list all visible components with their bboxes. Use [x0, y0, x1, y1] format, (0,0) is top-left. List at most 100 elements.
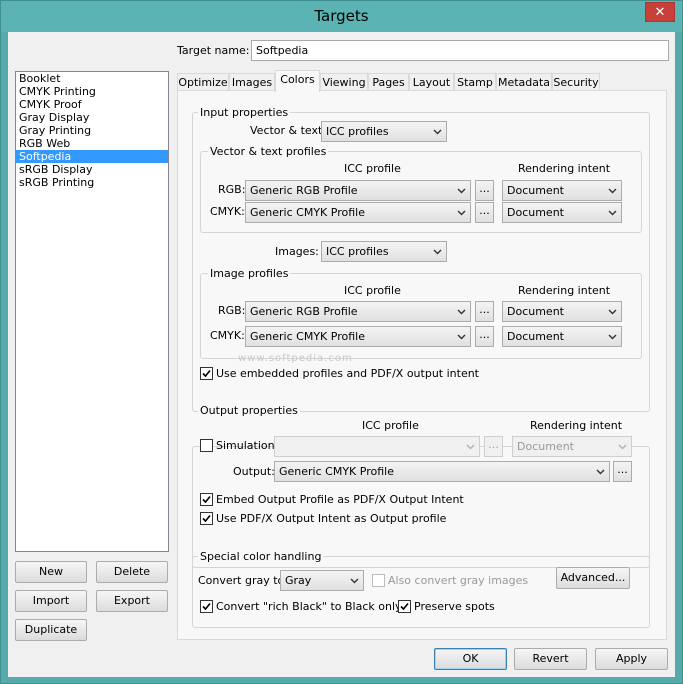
chevron-down-icon — [618, 444, 627, 450]
close-button[interactable]: ✕ — [645, 2, 675, 22]
list-item[interactable]: CMYK Printing — [16, 85, 168, 98]
dialog-client: Target name: Softpedia Booklet CMYK Print… — [8, 32, 675, 677]
chevron-down-icon — [608, 334, 617, 340]
embed-output-checkbox[interactable] — [200, 493, 213, 506]
list-item[interactable]: sRGB Display — [16, 163, 168, 176]
list-item[interactable]: Softpedia — [16, 150, 168, 163]
vector-rgb-label: RGB: — [218, 183, 246, 196]
simulation-label: Simulation: — [216, 439, 279, 452]
image-rgb-intent-select[interactable]: Document — [502, 301, 622, 322]
preserve-spots-label: Preserve spots — [414, 600, 495, 613]
chevron-down-icon — [350, 578, 359, 584]
image-profiles-title: Image profiles — [208, 267, 291, 280]
vector-cmyk-intent-select[interactable]: Document — [502, 202, 622, 223]
delete-button[interactable]: Delete — [96, 561, 168, 583]
simulation-profile-select[interactable] — [274, 436, 480, 457]
rich-black-checkbox[interactable] — [200, 600, 213, 613]
list-item[interactable]: sRGB Printing — [16, 176, 168, 189]
tab-colors[interactable]: Colors — [275, 70, 320, 92]
vector-text-select[interactable]: ICC profiles — [321, 121, 447, 142]
list-item[interactable]: Gray Printing — [16, 124, 168, 137]
chevron-down-icon — [457, 210, 466, 216]
vector-rgb-browse-button[interactable]: ... — [475, 180, 494, 201]
simulation-checkbox[interactable] — [200, 439, 213, 452]
special-color-title: Special color handling — [198, 550, 324, 563]
vector-rgb-profile-select[interactable]: Generic RGB Profile — [245, 180, 471, 201]
chevron-down-icon — [457, 188, 466, 194]
rich-black-label: Convert "rich Black" to Black only — [216, 600, 402, 613]
chevron-down-icon — [608, 309, 617, 315]
vector-cmyk-profile-select[interactable]: Generic CMYK Profile — [245, 202, 471, 223]
image-cmyk-profile-select[interactable]: Generic CMYK Profile — [245, 326, 471, 347]
checkmark-icon — [202, 369, 211, 378]
duplicate-button[interactable]: Duplicate — [15, 619, 87, 641]
images-label: Images: — [275, 245, 319, 258]
export-button[interactable]: Export — [96, 590, 168, 612]
vector-rendering-intent-header: Rendering intent — [518, 162, 611, 175]
also-convert-checkbox[interactable] — [372, 574, 385, 587]
image-rgb-label: RGB: — [218, 304, 246, 317]
chevron-down-icon — [433, 249, 442, 255]
embed-output-label: Embed Output Profile as PDF/X Output Int… — [216, 493, 464, 506]
chevron-down-icon — [466, 444, 475, 450]
list-item[interactable]: CMYK Proof — [16, 98, 168, 111]
advanced-button[interactable]: Advanced... — [556, 567, 630, 589]
import-button[interactable]: Import — [15, 590, 87, 612]
use-pdfx-label: Use PDF/X Output Intent as Output profil… — [216, 512, 447, 525]
vector-text-profiles-title: Vector & text profiles — [208, 145, 329, 158]
new-button[interactable]: New — [15, 561, 87, 583]
list-item[interactable]: Gray Display — [16, 111, 168, 124]
vector-rgb-intent-select[interactable]: Document — [502, 180, 622, 201]
use-embedded-label: Use embedded profiles and PDF/X output i… — [216, 367, 479, 380]
simulation-intent-select[interactable]: Document — [512, 436, 632, 457]
use-embedded-checkbox[interactable] — [200, 367, 213, 380]
ok-button[interactable]: OK — [434, 648, 507, 670]
use-pdfx-checkbox[interactable] — [200, 512, 213, 525]
vector-text-label: Vector & text: — [250, 124, 327, 137]
image-rgb-profile-select[interactable]: Generic RGB Profile — [245, 301, 471, 322]
output-rendering-intent-header: Rendering intent — [530, 419, 623, 432]
images-select[interactable]: ICC profiles — [321, 241, 447, 262]
checkmark-icon — [202, 514, 211, 523]
output-profile-select[interactable]: Generic CMYK Profile — [274, 461, 610, 482]
window-title: Targets — [314, 7, 369, 25]
checkmark-icon — [202, 602, 211, 611]
vector-cmyk-label: CMYK: — [210, 205, 245, 218]
colors-tab-panel: Input properties Vector & text: ICC prof… — [177, 90, 667, 640]
title-bar[interactable]: Targets ✕ — [1, 1, 682, 32]
list-item[interactable]: Booklet — [16, 72, 168, 85]
watermark: www.softpedia.com — [238, 353, 353, 364]
chevron-down-icon — [433, 129, 442, 135]
checkmark-icon — [400, 602, 409, 611]
image-cmyk-browse-button[interactable]: ... — [475, 326, 494, 347]
output-browse-button[interactable]: ... — [613, 461, 632, 482]
close-icon: ✕ — [654, 5, 666, 20]
target-name-input[interactable]: Softpedia — [251, 40, 669, 61]
output-label: Output: — [233, 465, 275, 478]
chevron-down-icon — [596, 469, 605, 475]
output-properties-title: Output properties — [198, 404, 300, 417]
revert-button[interactable]: Revert — [514, 648, 587, 670]
target-name-label: Target name: — [177, 44, 250, 57]
image-cmyk-intent-select[interactable]: Document — [502, 326, 622, 347]
simulation-browse-button[interactable]: ... — [484, 436, 503, 457]
chevron-down-icon — [608, 210, 617, 216]
image-icc-profile-header: ICC profile — [344, 284, 401, 297]
image-cmyk-label: CMYK: — [210, 329, 245, 342]
targets-list[interactable]: Booklet CMYK Printing CMYK Proof Gray Displ… — [15, 71, 169, 552]
checkmark-icon — [202, 495, 211, 504]
targets-window: Targets ✕ Target name: Softpedia Booklet… — [0, 0, 683, 684]
image-rendering-intent-header: Rendering intent — [518, 284, 611, 297]
vector-cmyk-browse-button[interactable]: ... — [475, 202, 494, 223]
convert-gray-select[interactable]: Gray — [280, 570, 364, 591]
chevron-down-icon — [457, 309, 466, 315]
preserve-spots-checkbox[interactable] — [398, 600, 411, 613]
output-icc-profile-header: ICC profile — [362, 419, 419, 432]
list-item[interactable]: RGB Web — [16, 137, 168, 150]
chevron-down-icon — [457, 334, 466, 340]
image-rgb-browse-button[interactable]: ... — [475, 301, 494, 322]
convert-gray-label: Convert gray to: — [198, 574, 288, 587]
apply-button[interactable]: Apply — [595, 648, 668, 670]
vector-icc-profile-header: ICC profile — [344, 162, 401, 175]
also-convert-label: Also convert gray images — [388, 574, 529, 587]
